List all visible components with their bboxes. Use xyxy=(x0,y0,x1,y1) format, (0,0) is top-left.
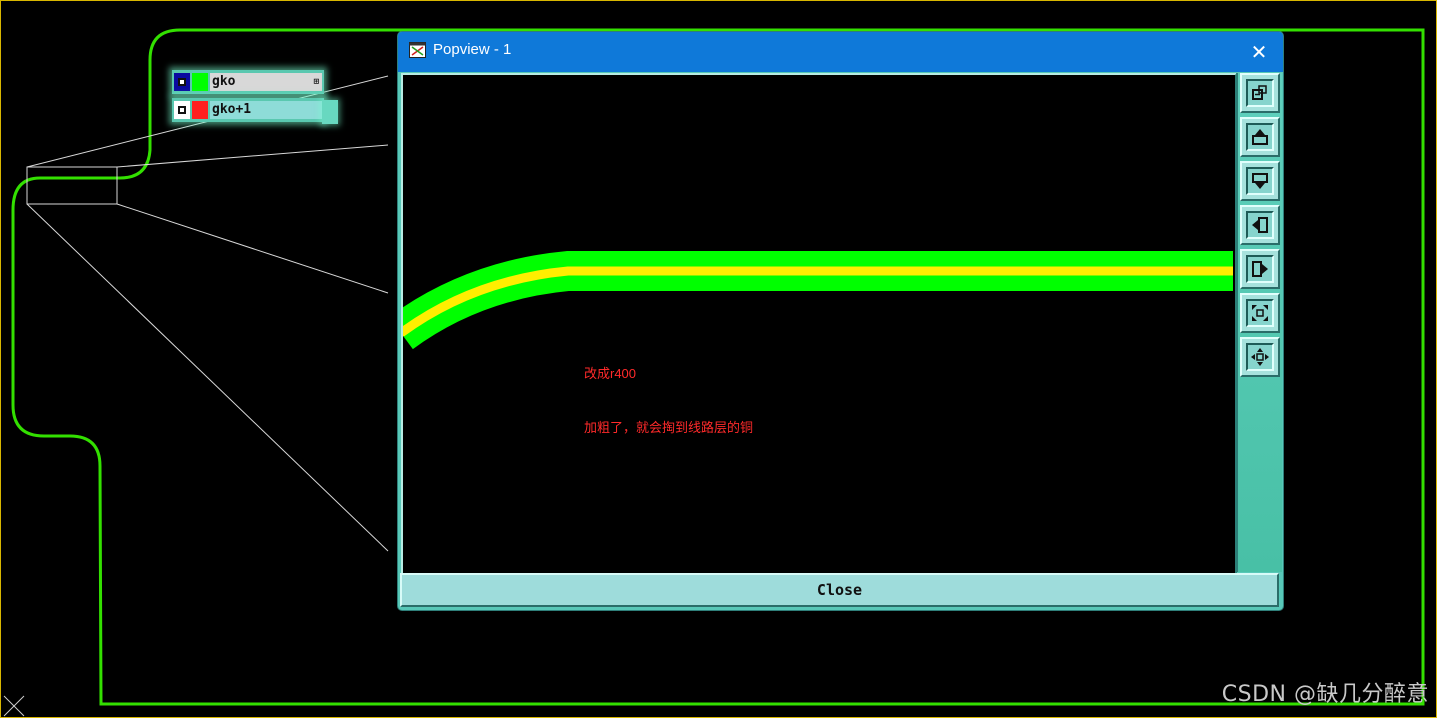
popview-window: Popview - 1 ✕ 改成r400 加粗了，就会掏到线路层的铜 Close xyxy=(398,32,1283,610)
layer-expand-icon[interactable]: ⊞ xyxy=(314,73,319,91)
layer-visibility-checkbox[interactable] xyxy=(174,73,190,91)
pan-right-button[interactable] xyxy=(1240,249,1280,289)
layer-visibility-checkbox[interactable] xyxy=(174,101,190,119)
zoom-leader-line xyxy=(116,203,389,294)
pan-left-button[interactable] xyxy=(1240,205,1280,245)
annotation-text: 改成r400 加粗了，就会掏到线路层的铜 xyxy=(584,366,754,435)
popview-toolbar xyxy=(1236,73,1282,572)
pan-down-button[interactable] xyxy=(1240,161,1280,201)
zoom-fit-icon xyxy=(1252,85,1267,100)
zoom-in-icon xyxy=(1252,305,1268,321)
layer-color-swatch[interactable] xyxy=(192,73,208,91)
zoom-fit-button[interactable] xyxy=(1240,73,1280,113)
pan-left-icon xyxy=(1252,217,1268,233)
zoomed-trace-view xyxy=(403,251,1233,350)
zoom-out-button[interactable] xyxy=(1240,337,1280,377)
popview-app-icon xyxy=(409,42,426,58)
watermark: CSDN @缺几分醉意 xyxy=(1221,682,1429,707)
layer-row-gko[interactable]: gko ⊞ xyxy=(172,70,324,94)
zoom-leader-line xyxy=(116,144,389,168)
layer-color-swatch[interactable] xyxy=(192,101,208,119)
pan-down-icon xyxy=(1252,173,1268,189)
layer-panel-tab[interactable] xyxy=(322,100,338,124)
zoom-in-button[interactable] xyxy=(1240,293,1280,333)
layer-name: gko ⊞ xyxy=(210,73,322,91)
popview-title: Popview - 1 xyxy=(433,41,512,58)
close-button[interactable]: Close xyxy=(400,573,1279,607)
popview-titlebar[interactable]: Popview - 1 ✕ xyxy=(398,32,1283,72)
pan-up-button[interactable] xyxy=(1240,117,1280,157)
pan-right-icon xyxy=(1252,261,1268,277)
zoom-leader-line xyxy=(26,203,389,552)
layer-row-gko-plus-1[interactable]: gko+1 xyxy=(172,98,324,122)
zoom-region-box xyxy=(26,166,118,205)
close-button-label: Close xyxy=(816,581,863,599)
popview-zoom-view[interactable]: 改成r400 加粗了，就会掏到线路层的铜 xyxy=(401,73,1237,575)
pan-up-icon xyxy=(1252,129,1268,145)
zoom-out-icon xyxy=(1251,348,1269,366)
layer-name: gko+1 xyxy=(210,101,322,119)
close-icon[interactable]: ✕ xyxy=(1245,38,1273,66)
